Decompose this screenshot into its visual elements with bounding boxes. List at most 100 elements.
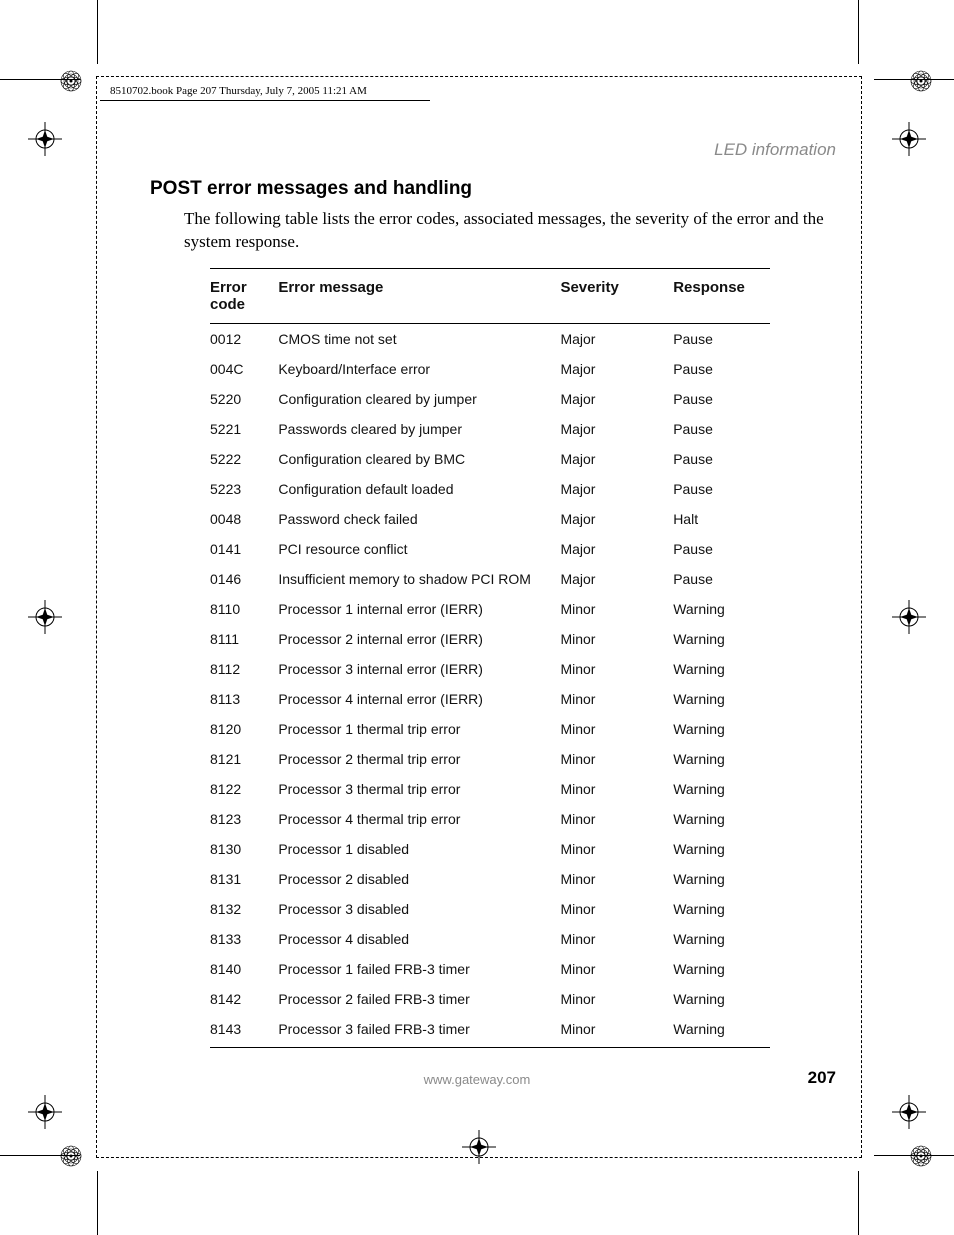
table-row: 8131Processor 2 disabledMinorWarning xyxy=(210,864,770,894)
cell-code: 8112 xyxy=(210,654,278,684)
cell-severity: Major xyxy=(560,444,673,474)
registration-mark-icon xyxy=(28,1095,62,1129)
cell-severity: Minor xyxy=(560,774,673,804)
cell-severity: Minor xyxy=(560,804,673,834)
cell-response: Pause xyxy=(673,354,770,384)
book-header-note: 8510702.book Page 207 Thursday, July 7, … xyxy=(110,85,367,97)
cell-code: 5220 xyxy=(210,384,278,414)
cell-response: Warning xyxy=(673,834,770,864)
registration-mark-icon xyxy=(28,122,62,156)
cell-message: Processor 4 thermal trip error xyxy=(278,804,560,834)
table-row: 8140Processor 1 failed FRB-3 timerMinorW… xyxy=(210,954,770,984)
cell-severity: Major xyxy=(560,354,673,384)
table-row: 8122Processor 3 thermal trip errorMinorW… xyxy=(210,774,770,804)
cell-response: Warning xyxy=(673,624,770,654)
cell-response: Pause xyxy=(673,414,770,444)
table-row: 8130Processor 1 disabledMinorWarning xyxy=(210,834,770,864)
cell-message: Processor 3 thermal trip error xyxy=(278,774,560,804)
cell-response: Pause xyxy=(673,323,770,354)
cell-message: Processor 1 thermal trip error xyxy=(278,714,560,744)
error-table: Errorcode Error message Severity Respons… xyxy=(210,268,770,1048)
cell-message: Passwords cleared by jumper xyxy=(278,414,560,444)
table-row: 5222Configuration cleared by BMCMajorPau… xyxy=(210,444,770,474)
table-row: 0012CMOS time not setMajorPause xyxy=(210,323,770,354)
cell-message: Password check failed xyxy=(278,504,560,534)
registration-mark-icon xyxy=(892,122,926,156)
table-row: 8110Processor 1 internal error (IERR)Min… xyxy=(210,594,770,624)
cell-severity: Major xyxy=(560,534,673,564)
th-error-message: Error message xyxy=(278,268,560,323)
table-row: 0146Insufficient memory to shadow PCI RO… xyxy=(210,564,770,594)
cell-severity: Major xyxy=(560,564,673,594)
cell-code: 5221 xyxy=(210,414,278,444)
cell-message: Processor 3 internal error (IERR) xyxy=(278,654,560,684)
cell-message: Processor 1 failed FRB-3 timer xyxy=(278,954,560,984)
cell-severity: Minor xyxy=(560,744,673,774)
cell-response: Warning xyxy=(673,744,770,774)
cell-severity: Major xyxy=(560,323,673,354)
table-row: 8133Processor 4 disabledMinorWarning xyxy=(210,924,770,954)
cell-code: 8123 xyxy=(210,804,278,834)
cell-severity: Minor xyxy=(560,684,673,714)
cell-message: PCI resource conflict xyxy=(278,534,560,564)
cell-message: Configuration default loaded xyxy=(278,474,560,504)
cell-code: 8130 xyxy=(210,834,278,864)
cell-response: Pause xyxy=(673,534,770,564)
cell-message: Processor 2 failed FRB-3 timer xyxy=(278,984,560,1014)
cell-code: 0146 xyxy=(210,564,278,594)
cell-message: CMOS time not set xyxy=(278,323,560,354)
cell-code: 8121 xyxy=(210,744,278,774)
table-row: 8143Processor 3 failed FRB-3 timerMinorW… xyxy=(210,1014,770,1048)
cell-code: 8132 xyxy=(210,894,278,924)
cell-code: 8143 xyxy=(210,1014,278,1048)
cell-response: Pause xyxy=(673,474,770,504)
cell-message: Keyboard/Interface error xyxy=(278,354,560,384)
cell-severity: Minor xyxy=(560,864,673,894)
table-row: 8132Processor 3 disabledMinorWarning xyxy=(210,894,770,924)
cell-message: Processor 4 internal error (IERR) xyxy=(278,684,560,714)
cell-message: Processor 4 disabled xyxy=(278,924,560,954)
cell-severity: Major xyxy=(560,414,673,444)
cell-severity: Minor xyxy=(560,834,673,864)
table-row: 8142Processor 2 failed FRB-3 timerMinorW… xyxy=(210,984,770,1014)
cell-code: 8133 xyxy=(210,924,278,954)
cell-code: 8120 xyxy=(210,714,278,744)
cell-response: Halt xyxy=(673,504,770,534)
th-severity: Severity xyxy=(560,268,673,323)
cell-code: 8122 xyxy=(210,774,278,804)
section-heading: POST error messages and handling xyxy=(150,178,850,200)
cell-message: Processor 2 thermal trip error xyxy=(278,744,560,774)
running-head: LED information xyxy=(714,140,836,160)
table-row: 5220Configuration cleared by jumperMajor… xyxy=(210,384,770,414)
table-row: 5221Passwords cleared by jumperMajorPaus… xyxy=(210,414,770,444)
cell-severity: Minor xyxy=(560,594,673,624)
crop-line xyxy=(858,0,859,64)
cell-response: Warning xyxy=(673,594,770,624)
cell-message: Processor 3 disabled xyxy=(278,894,560,924)
cell-message: Processor 2 internal error (IERR) xyxy=(278,624,560,654)
registration-mark-icon xyxy=(892,1095,926,1129)
intro-paragraph: The following table lists the error code… xyxy=(184,208,844,254)
cell-message: Configuration cleared by jumper xyxy=(278,384,560,414)
cell-severity: Minor xyxy=(560,954,673,984)
registration-mark-icon xyxy=(462,1130,496,1164)
cell-response: Warning xyxy=(673,864,770,894)
table-row: 0048Password check failedMajorHalt xyxy=(210,504,770,534)
cell-code: 5223 xyxy=(210,474,278,504)
cell-response: Pause xyxy=(673,564,770,594)
cell-severity: Minor xyxy=(560,1014,673,1048)
table-row: 5223Configuration default loadedMajorPau… xyxy=(210,474,770,504)
th-response: Response xyxy=(673,268,770,323)
crop-line xyxy=(858,1171,859,1235)
cell-severity: Minor xyxy=(560,654,673,684)
cell-severity: Minor xyxy=(560,714,673,744)
cell-code: 8113 xyxy=(210,684,278,714)
cell-response: Warning xyxy=(673,924,770,954)
cell-response: Warning xyxy=(673,804,770,834)
cell-severity: Major xyxy=(560,504,673,534)
cell-severity: Minor xyxy=(560,984,673,1014)
cell-message: Processor 1 disabled xyxy=(278,834,560,864)
cell-message: Configuration cleared by BMC xyxy=(278,444,560,474)
cell-code: 0012 xyxy=(210,323,278,354)
header-underline xyxy=(100,100,430,101)
